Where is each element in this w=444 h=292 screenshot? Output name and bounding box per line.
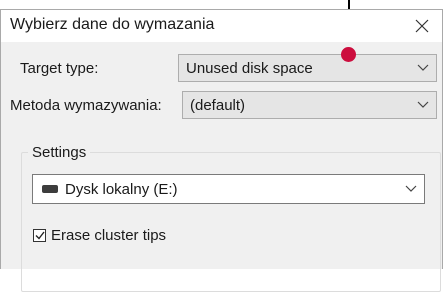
- chevron-down-icon: [398, 175, 424, 203]
- erase-cluster-tips-checkbox[interactable]: [33, 229, 46, 242]
- drive-select[interactable]: Dysk lokalny (E:): [32, 174, 425, 204]
- drive-icon: [42, 185, 58, 193]
- erase-cluster-tips-option[interactable]: Erase cluster tips: [33, 227, 166, 244]
- chevron-down-icon: [410, 92, 436, 118]
- target-type-value: Unused disk space: [186, 59, 313, 77]
- erase-method-value: (default): [190, 96, 246, 114]
- settings-group: [21, 152, 441, 292]
- close-icon: [415, 19, 429, 33]
- title-bar: Wybierz dane do wymazania: [1, 10, 442, 42]
- target-type-label: Target type:: [20, 60, 99, 77]
- close-button[interactable]: [402, 10, 442, 42]
- erase-method-select[interactable]: (default): [182, 91, 437, 119]
- erase-cluster-tips-label: Erase cluster tips: [51, 227, 167, 244]
- callout-marker: [341, 47, 356, 62]
- settings-group-label: Settings: [28, 144, 91, 161]
- window-title: Wybierz dane do wymazania: [10, 16, 215, 33]
- checkmark-icon: [35, 231, 45, 240]
- erase-data-dialog: Wybierz dane do wymazania Target type: U…: [0, 9, 443, 292]
- target-type-select[interactable]: Unused disk space: [178, 54, 437, 82]
- chevron-down-icon: [410, 55, 436, 81]
- erase-method-label: Metoda wymazywania:: [10, 97, 162, 114]
- drive-value: Dysk lokalny (E:): [65, 180, 178, 198]
